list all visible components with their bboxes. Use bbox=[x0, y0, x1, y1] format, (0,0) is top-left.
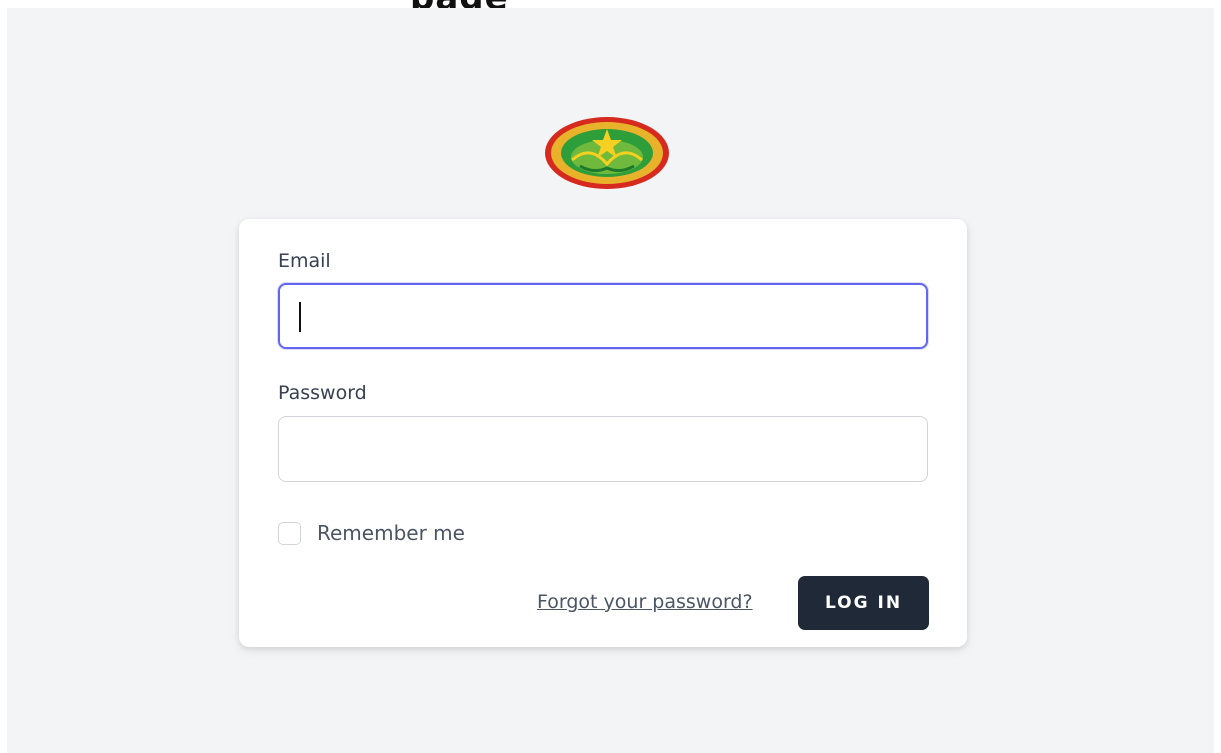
email-label: Email bbox=[278, 250, 331, 272]
password-label: Password bbox=[278, 382, 367, 404]
password-field[interactable] bbox=[278, 416, 928, 482]
login-card: Email Password Remember me Forgot your p… bbox=[239, 219, 967, 647]
remember-me-checkbox[interactable] bbox=[278, 521, 301, 545]
remember-me-toggle[interactable]: Remember me bbox=[278, 521, 465, 545]
login-button[interactable]: LOG IN bbox=[798, 576, 929, 630]
cropped-top-banner: page bbox=[0, 0, 1221, 8]
cropped-title-text: page bbox=[410, 0, 509, 8]
text-caret bbox=[299, 302, 301, 332]
emblem-seal-icon bbox=[545, 117, 669, 189]
remember-me-label: Remember me bbox=[317, 521, 465, 545]
login-page: Email Password Remember me Forgot your p… bbox=[7, 8, 1214, 753]
forgot-password-link[interactable]: Forgot your password? bbox=[537, 591, 753, 613]
email-field[interactable] bbox=[278, 283, 928, 349]
